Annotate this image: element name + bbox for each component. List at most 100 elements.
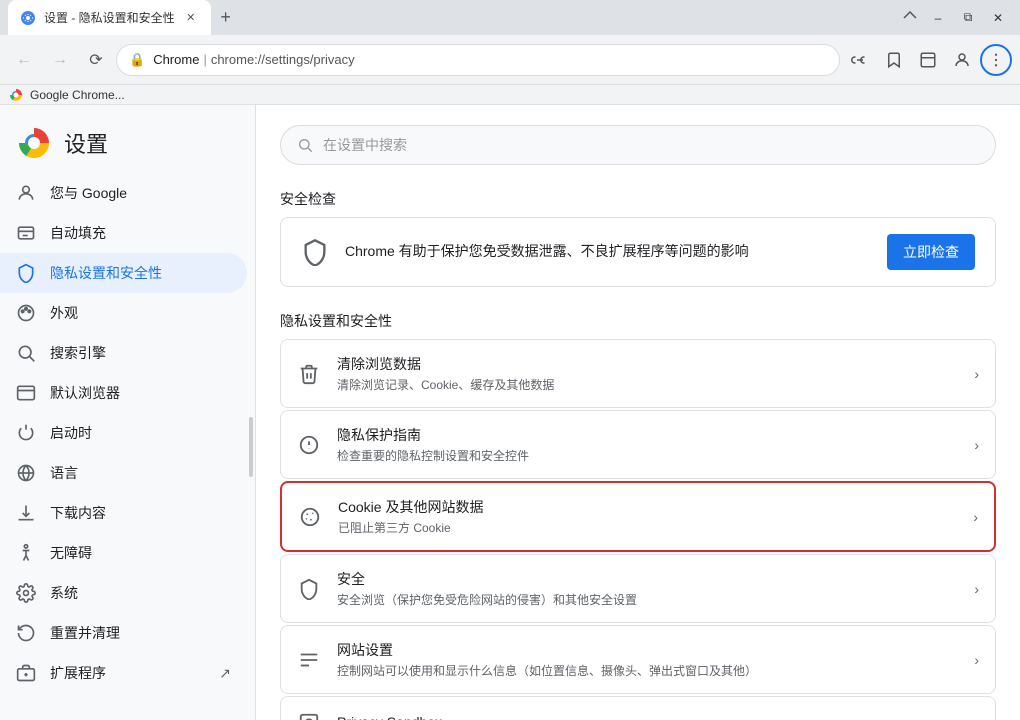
sidebar-item-language[interactable]: 语言 xyxy=(0,453,247,493)
search-icon xyxy=(16,343,36,363)
lock-icon: 🔒 xyxy=(129,52,145,68)
sidebar-item-search[interactable]: 搜索引擎 xyxy=(0,333,247,373)
tab-favicon xyxy=(20,10,36,26)
scroll-indicator xyxy=(249,417,253,477)
bookmark-icon[interactable] xyxy=(878,44,910,76)
safety-description: Chrome 有助于保护您免受数据泄露、不良扩展程序等问题的影响 xyxy=(345,242,871,262)
site-settings-text: 网站设置 控制网站可以使用和显示什么信息（如位置信息、摄像头、弹出式窗口及其他） xyxy=(337,640,958,679)
sidebar-item-download[interactable]: 下载内容 xyxy=(0,493,247,533)
menu-btn[interactable] xyxy=(980,44,1012,76)
privacy-sandbox-arrow: › xyxy=(974,715,979,720)
content-area[interactable]: 在设置中搜索 安全检查 Chrome 有助于保护您免受数据泄露、不良扩展程序等问… xyxy=(256,105,1020,720)
tab-close-btn[interactable]: ✕ xyxy=(183,10,199,26)
privacy-guide-card[interactable]: 隐私保护指南 检查重要的隐私控制设置和安全控件 › xyxy=(280,410,996,479)
clear-browsing-title: 清除浏览数据 xyxy=(337,354,958,374)
privacy-guide-title: 隐私保护指南 xyxy=(337,425,958,445)
restore-btn[interactable]: ⧉ xyxy=(954,4,982,32)
url-bar[interactable]: 🔒 Chrome|chrome://settings/privacy xyxy=(116,44,840,76)
settings-search-bar[interactable]: 在设置中搜索 xyxy=(280,125,996,165)
check-now-btn[interactable]: 立即检查 xyxy=(887,234,975,270)
site-settings-icon xyxy=(297,648,321,672)
chrome-big-icon xyxy=(16,125,52,161)
tab-search-icon[interactable] xyxy=(912,44,944,76)
globe-icon xyxy=(16,463,36,483)
site-settings-arrow: › xyxy=(974,652,979,668)
sidebar-item-appearance[interactable]: 外观 xyxy=(0,293,247,333)
security-icon xyxy=(297,577,321,601)
sidebar-label-language: 语言 xyxy=(50,463,78,483)
chrome-label-bar: Google Chrome... xyxy=(0,85,1020,105)
chrome-label-text: Google Chrome... xyxy=(30,88,125,102)
sidebar-item-reset[interactable]: 重置并清理 xyxy=(0,613,247,653)
sidebar-item-startup[interactable]: 启动时 xyxy=(0,413,247,453)
active-tab[interactable]: 设置 - 隐私设置和安全性 ✕ xyxy=(8,0,211,35)
sidebar-item-google[interactable]: 您与 Google xyxy=(0,173,247,213)
cookies-card[interactable]: Cookie 及其他网站数据 已阻止第三方 Cookie › xyxy=(280,481,996,552)
sidebar-label-browser: 默认浏览器 xyxy=(50,383,120,403)
sidebar-label-autofill: 自动填充 xyxy=(50,223,106,243)
security-card[interactable]: 安全 安全浏览（保护您免受危险网站的侵害）和其他安全设置 › xyxy=(280,554,996,623)
cookies-title: Cookie 及其他网站数据 xyxy=(338,497,957,517)
sidebar-header: 设置 xyxy=(0,105,255,173)
cookies-text: Cookie 及其他网站数据 已阻止第三方 Cookie xyxy=(338,497,957,536)
trash-icon xyxy=(297,362,321,386)
forward-btn[interactable]: → xyxy=(44,44,76,76)
site-settings-card[interactable]: 网站设置 控制网站可以使用和显示什么信息（如位置信息、摄像头、弹出式窗口及其他）… xyxy=(280,625,996,694)
privacy-sandbox-title: Privacy Sandbox xyxy=(337,714,958,720)
url-site: Chrome xyxy=(153,52,199,67)
sidebar-label-system: 系统 xyxy=(50,583,78,603)
privacy-guide-icon xyxy=(297,433,321,457)
accessibility-icon xyxy=(16,543,36,563)
download-icon xyxy=(16,503,36,523)
cookies-arrow: › xyxy=(973,509,978,525)
sidebar-label-download: 下载内容 xyxy=(50,503,106,523)
new-tab-btn[interactable]: + xyxy=(211,3,241,33)
sidebar-label-reset: 重置并清理 xyxy=(50,623,120,643)
clear-browsing-arrow: › xyxy=(974,366,979,382)
cookies-sub: 已阻止第三方 Cookie xyxy=(338,519,957,536)
back-btn[interactable]: ← xyxy=(8,44,40,76)
edit-icon xyxy=(16,223,36,243)
privacy-sandbox-card[interactable]: Privacy Sandbox › xyxy=(280,696,996,720)
main-layout: 设置 您与 Google 自动填充 隐私设置和安全性 xyxy=(0,105,1020,720)
person-icon xyxy=(16,183,36,203)
sidebar-label-search: 搜索引擎 xyxy=(50,343,106,363)
address-bar: ← → ⟳ 🔒 Chrome|chrome://settings/privacy xyxy=(0,35,1020,85)
reset-icon xyxy=(16,623,36,643)
url-path: chrome://settings/privacy xyxy=(211,52,355,67)
sidebar-item-extensions[interactable]: 扩展程序 ↗ xyxy=(0,653,247,693)
window-controls: – ⧉ ✕ xyxy=(902,4,1012,32)
search-placeholder: 在设置中搜索 xyxy=(323,135,407,155)
site-settings-title: 网站设置 xyxy=(337,640,958,660)
share-icon[interactable] xyxy=(844,44,876,76)
profile-icon[interactable] xyxy=(946,44,978,76)
close-btn[interactable]: ✕ xyxy=(984,4,1012,32)
sidebar-item-accessibility[interactable]: 无障碍 xyxy=(0,533,247,573)
sidebar-item-privacy[interactable]: 隐私设置和安全性 xyxy=(0,253,247,293)
chrome-logo-small-icon xyxy=(8,87,24,103)
safety-check-card: Chrome 有助于保护您免受数据泄露、不良扩展程序等问题的影响 立即检查 xyxy=(280,217,996,287)
safety-section-title: 安全检查 xyxy=(280,189,996,209)
safety-shield-icon xyxy=(301,238,329,266)
clear-browsing-text: 清除浏览数据 清除浏览记录、Cookie、缓存及其他数据 xyxy=(337,354,958,393)
clear-browsing-sub: 清除浏览记录、Cookie、缓存及其他数据 xyxy=(337,376,958,393)
sidebar-label-google: 您与 Google xyxy=(50,183,127,203)
minimize-btn[interactable]: – xyxy=(924,4,952,32)
sidebar-item-system[interactable]: 系统 xyxy=(0,573,247,613)
toolbar-icons xyxy=(844,44,1012,76)
sidebar-scroll[interactable]: 您与 Google 自动填充 隐私设置和安全性 外观 xyxy=(0,173,255,720)
cookie-icon xyxy=(298,505,322,529)
privacy-guide-sub: 检查重要的隐私控制设置和安全控件 xyxy=(337,447,958,464)
security-text: 安全 安全浏览（保护您免受危险网站的侵害）和其他安全设置 xyxy=(337,569,958,608)
sidebar-label-appearance: 外观 xyxy=(50,303,78,323)
sidebar-label-accessibility: 无障碍 xyxy=(50,543,92,563)
clear-browsing-card[interactable]: 清除浏览数据 清除浏览记录、Cookie、缓存及其他数据 › xyxy=(280,339,996,408)
sidebar-item-browser[interactable]: 默认浏览器 xyxy=(0,373,247,413)
url-text: Chrome|chrome://settings/privacy xyxy=(153,52,827,67)
privacy-section-title: 隐私设置和安全性 xyxy=(280,311,996,331)
title-bar: 设置 - 隐私设置和安全性 ✕ + – ⧉ ✕ xyxy=(0,0,1020,35)
sidebar-item-autofill[interactable]: 自动填充 xyxy=(0,213,247,253)
sidebar-title: 设置 xyxy=(64,127,108,159)
refresh-btn[interactable]: ⟳ xyxy=(80,44,112,76)
window-controls-icon xyxy=(902,10,922,26)
